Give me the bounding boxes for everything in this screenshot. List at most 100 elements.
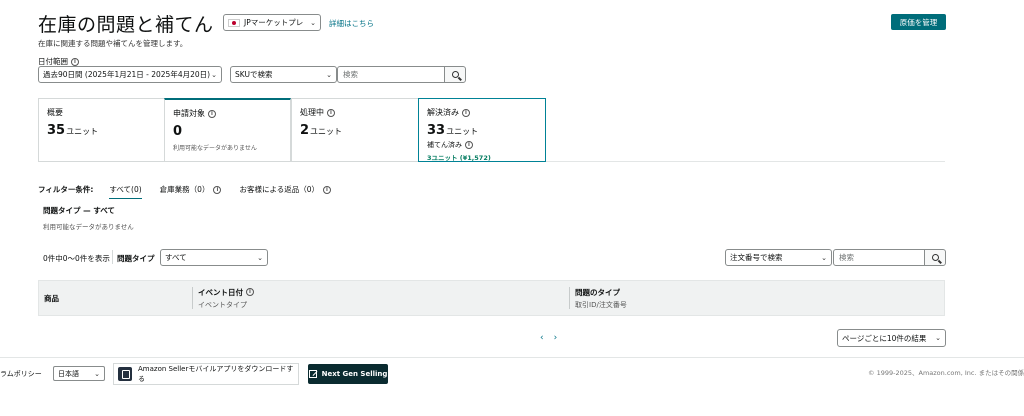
divider [112,250,113,264]
info-icon[interactable]: i [246,288,254,296]
order-search-button[interactable] [924,249,946,266]
japan-flag-icon [228,18,240,27]
sku-search-select[interactable]: SKUで検索 ⌄ [230,66,337,83]
policy-link[interactable]: ラムポリシー [0,369,42,379]
language-value: 日本語 [58,369,79,378]
no-data-text: 利用可能なデータがありません [43,223,134,231]
summary-cards: 概要 35 ユニット 申請対象 i 0 利用可能なデータがありません 処理中 i… [38,98,945,162]
issue-type-label: 問題タイプ [117,254,155,263]
column-issue-type[interactable]: 問題のタイプ 取引ID/注文番号 [570,281,944,315]
info-icon[interactable]: i [327,108,335,117]
column-product[interactable]: 商品 [39,281,192,315]
card-unit: ユニット [446,127,479,136]
card-label: 概要 [47,108,63,117]
info-icon[interactable]: i [323,185,331,194]
next-gen-label: Next Gen Selling [321,370,388,378]
column-title: イベント日付 i [198,287,569,298]
info-icon[interactable]: i [208,109,216,118]
chevron-down-icon: ⌄ [935,334,941,342]
sku-search-input[interactable]: 検索 [337,66,445,83]
page-title: 在庫の問題と補てん [38,14,214,36]
result-count: 0件中0～0件を表示 [43,254,110,263]
sku-search-button[interactable] [444,66,466,83]
card-label: 処理中 i [300,107,410,118]
chevron-down-icon: ⌄ [326,70,332,79]
search-placeholder: 検索 [839,253,854,262]
next-page-icon[interactable]: › [554,333,558,343]
tab-label: すべて(0) [109,185,142,194]
marketplace-label: JPマーケットプレ [244,18,304,27]
card-sub-label: 補てん済み i [427,140,537,150]
card-label-text: 処理中 [300,108,324,117]
card-note: 利用可能なデータがありません [173,145,257,152]
tab-customer-returns[interactable]: お客様による返品（0） i [239,184,331,195]
chevron-down-icon: ⌄ [821,253,827,262]
column-subtitle: 取引ID/注文番号 [575,300,627,309]
issue-type-value: すべて [165,253,187,262]
card-overview[interactable]: 概要 35 ユニット [38,98,165,162]
tab-label: お客様による返品（0） [239,185,319,194]
next-gen-selling-button[interactable]: Next Gen Selling [308,364,388,384]
app-download-label: Amazon Sellerモバイルアプリをダウンロードする [138,365,294,383]
info-icon[interactable]: i [213,185,222,194]
details-link[interactable]: 詳細はこちら [329,18,374,29]
prev-page-icon[interactable]: ‹ [540,333,544,343]
external-link-icon [308,370,317,378]
chevron-down-icon: ⌄ [257,253,263,262]
date-range-value: 過去90日間 (2025年1月21日 - 2025年4月20日) [43,70,211,79]
chevron-down-icon: ⌄ [310,18,316,27]
order-search-input[interactable]: 検索 [833,249,925,266]
card-number: 2 [300,123,310,138]
page-subtitle: 在庫に関連する問題や補てんを管理します。 [38,39,188,48]
column-event-date[interactable]: イベント日付 i イベントタイプ [193,281,569,315]
filter-label: フィルター条件: [38,185,94,194]
chevron-down-icon: ⌄ [94,369,100,378]
card-number: 0 [173,124,183,139]
card-value: 2 ユニット [300,123,410,138]
info-icon[interactable]: i [465,141,473,149]
tab-all[interactable]: すべて(0) [109,184,142,199]
card-number: 35 [47,123,66,138]
card-eligible[interactable]: 申請対象 i 0 利用可能なデータがありません [164,98,291,162]
card-resolved[interactable]: 解決済み i 33 ユニット 補てん済み i 3ユニット (¥1,572) [418,98,546,162]
card-label: 解決済み i [427,107,537,118]
language-select[interactable]: 日本語 ⌄ [53,366,105,381]
per-page-value: ページごとに10件の結果 [842,333,927,343]
tab-warehouse[interactable]: 倉庫業務（0） i [160,184,222,195]
column-subtitle: イベントタイプ [198,300,247,309]
card-value: 0 [173,124,282,139]
issue-type-heading: 問題タイプ — すべて [43,206,115,215]
reimbursed-label: 補てん済み [427,141,462,149]
table-header: 商品 イベント日付 i イベントタイプ 問題のタイプ 取引ID/注文番号 [38,280,945,316]
card-unit: ユニット [310,127,343,136]
card-processing[interactable]: 処理中 i 2 ユニット [291,98,419,162]
card-value: 35 ユニット [47,123,156,138]
tab-label: 倉庫業務（0） [159,185,210,194]
info-icon[interactable]: i [71,57,79,66]
column-title-text: イベント日付 [198,287,243,297]
search-icon [451,71,459,78]
marketplace-select[interactable]: JPマーケットプレ ⌄ [223,14,321,31]
card-label-text: 解決済み [427,108,459,117]
copyright: © 1999-2025、Amazon.com, Inc. またはその関係 [868,369,1024,377]
sku-select-value: SKUで検索 [235,70,273,79]
card-unit: ユニット [66,127,99,136]
chevron-down-icon: ⌄ [211,70,217,79]
order-search-select[interactable]: 注文番号で検索 ⌄ [725,249,832,266]
date-range-select[interactable]: 過去90日間 (2025年1月21日 - 2025年4月20日) ⌄ [38,66,222,83]
card-number: 33 [427,123,446,138]
filter-tabs: フィルター条件: すべて(0) 倉庫業務（0） i お客様による返品（0） i [38,180,349,199]
per-page-select[interactable]: ページごとに10件の結果 ⌄ [837,329,946,347]
info-icon[interactable]: i [462,108,470,117]
card-label-text: 申請対象 [173,109,205,118]
search-placeholder: 検索 [343,70,358,79]
column-title: 問題のタイプ [575,287,620,297]
reimbursed-value: 3ユニット (¥1,572) [427,154,491,162]
manage-cost-button[interactable]: 原価を管理 [891,14,946,30]
pagination: ‹ › [540,333,557,343]
card-value: 33 ユニット [427,123,537,138]
shopping-bag-icon [118,367,132,381]
card-label: 申請対象 i [173,108,282,119]
app-download-button[interactable]: Amazon Sellerモバイルアプリをダウンロードする [113,363,299,385]
issue-type-select[interactable]: すべて ⌄ [160,249,268,266]
